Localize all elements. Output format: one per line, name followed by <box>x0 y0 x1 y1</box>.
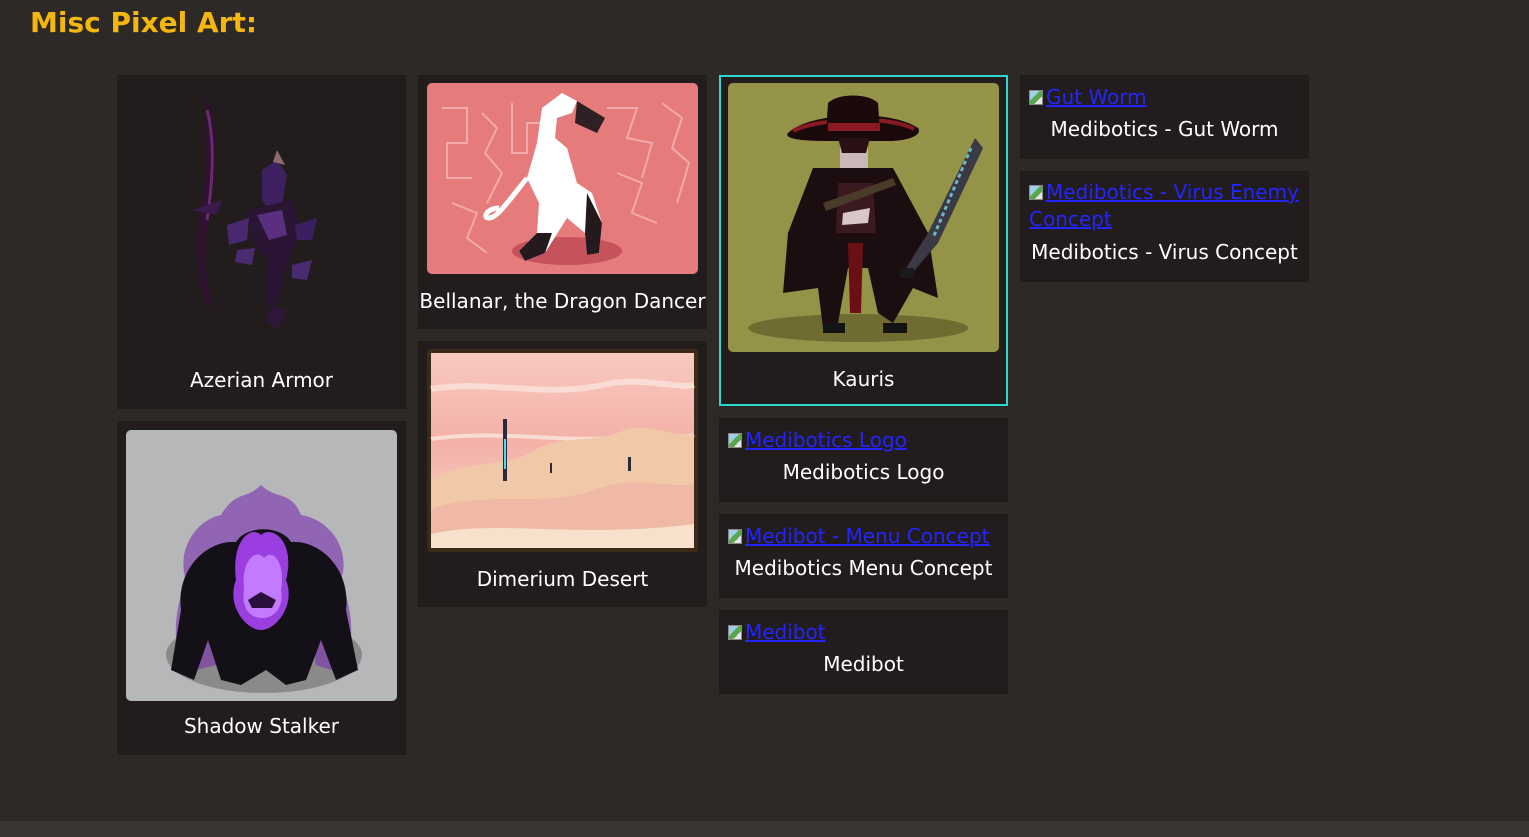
caption-kauris: Kauris <box>832 367 895 391</box>
broken-image-icon <box>728 529 742 544</box>
swordsman-artwork[interactable] <box>728 83 999 352</box>
desert-landscape-artwork[interactable] <box>427 349 698 552</box>
gallery-card-medibotics-logo[interactable]: Medibotics Logo Medibotics Logo <box>719 418 1008 502</box>
caption-medibotics-menu: Medibotics Menu Concept <box>734 556 993 580</box>
shadow-creature-artwork[interactable] <box>126 430 397 701</box>
broken-image-link-medibot[interactable]: Medibot <box>728 619 826 646</box>
gallery-card-medibotics-menu[interactable]: Medibot - Menu Concept Medibotics Menu C… <box>719 514 1008 598</box>
gallery-card-azerian-armor[interactable]: Azerian Armor <box>117 75 406 409</box>
caption-azerian-armor: Azerian Armor <box>189 368 334 392</box>
gallery-card-kauris[interactable]: Kauris <box>719 75 1008 406</box>
gallery-page: Misc Pixel Art: Azerian Armor Shadow Sta… <box>0 0 1529 837</box>
gallery-card-medibot[interactable]: Medibot Medibot <box>719 610 1008 694</box>
broken-image-link-medibotics-logo[interactable]: Medibotics Logo <box>728 427 907 454</box>
broken-image-icon <box>1029 90 1043 105</box>
gallery-card-bellanar[interactable]: Bellanar, the Dragon Dancer <box>418 75 707 329</box>
caption-shadow-stalker: Shadow Stalker <box>183 714 340 738</box>
dragon-dancer-artwork[interactable] <box>427 83 698 274</box>
broken-image-icon <box>728 433 742 448</box>
gallery-card-dimerium-desert[interactable]: Dimerium Desert <box>418 341 707 607</box>
caption-dimerium-desert: Dimerium Desert <box>476 567 649 591</box>
page-title: Misc Pixel Art: <box>30 6 258 39</box>
caption-virus-concept: Medibotics - Virus Concept <box>1031 240 1298 264</box>
broken-image-link-menu-concept[interactable]: Medibot - Menu Concept <box>728 523 990 550</box>
caption-medibotics-logo: Medibotics Logo <box>782 460 945 484</box>
broken-image-link-virus-enemy[interactable]: Medibotics - Virus Enemy Concept <box>1029 179 1299 233</box>
broken-image-link-gut-worm[interactable]: Gut Worm <box>1029 84 1147 111</box>
caption-bellanar: Bellanar, the Dragon Dancer <box>419 289 706 313</box>
broken-image-icon <box>1029 185 1043 200</box>
gallery-card-gut-worm[interactable]: Gut Worm Medibotics - Gut Worm <box>1020 75 1309 159</box>
gallery-card-shadow-stalker[interactable]: Shadow Stalker <box>117 421 406 755</box>
dark-armor-artwork[interactable] <box>177 90 347 340</box>
caption-gut-worm: Medibotics - Gut Worm <box>1050 117 1279 141</box>
broken-image-icon <box>728 625 742 640</box>
gallery-card-virus-concept[interactable]: Medibotics - Virus Enemy Concept Medibot… <box>1020 171 1309 282</box>
caption-medibot: Medibot <box>823 652 904 676</box>
page-footer-bar <box>0 821 1529 837</box>
